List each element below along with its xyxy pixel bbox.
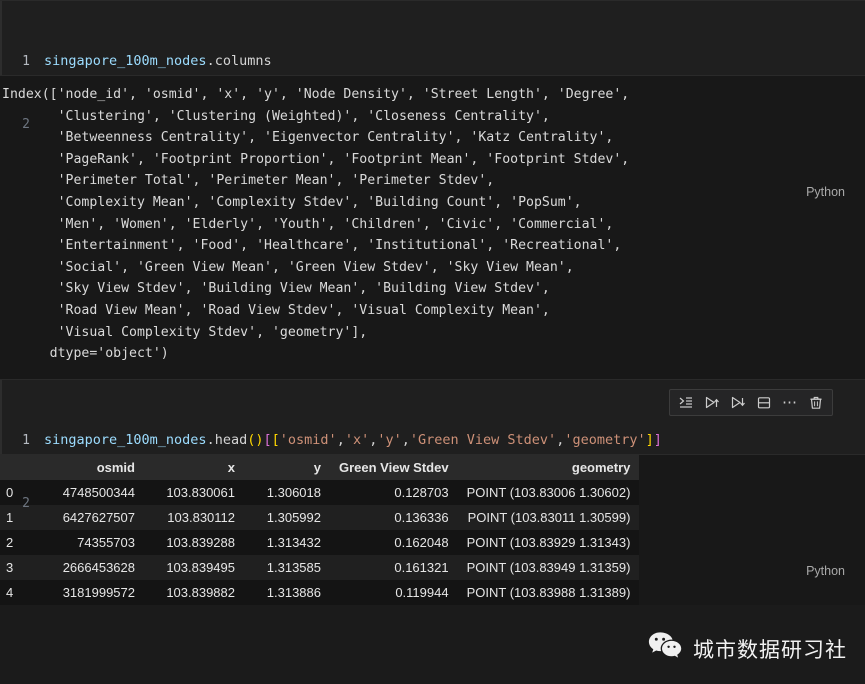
token-dot: . [206, 432, 215, 448]
line-number: 1 [22, 433, 30, 448]
token-comma: , [336, 432, 345, 448]
token-method: head [214, 432, 248, 448]
language-label[interactable]: Python [806, 564, 845, 578]
code-line: 1 singapore_100m_nodes.head()[['osmid','… [0, 430, 865, 451]
cell-toolbar[interactable]: ⋯ [669, 389, 833, 416]
watermark: 城市数据研习社 [648, 631, 847, 666]
token-string: 'geometry' [564, 432, 646, 448]
cell-focus-accent [0, 380, 2, 454]
line-number: 2 [22, 117, 30, 132]
execute-cell-icon[interactable] [673, 391, 699, 414]
more-actions-glyph: ⋯ [782, 393, 798, 411]
code-line: 2 [0, 493, 865, 514]
token-bracket-inner-close: ] [645, 432, 654, 448]
code-text: singapore_100m_nodes.columns [44, 51, 272, 72]
execute-above-cells-icon[interactable] [699, 391, 725, 414]
token-attribute: .columns [206, 53, 272, 69]
token-string: 'Green View Stdev' [409, 432, 557, 448]
code-line: 2 [0, 114, 865, 135]
cell-footer-2: Python [0, 562, 865, 584]
code-text: singapore_100m_nodes.head()[['osmid','x'… [44, 430, 662, 451]
cell-footer-1: Python [0, 183, 865, 205]
token-string: 'y' [377, 432, 402, 448]
token-string: 'x' [344, 432, 370, 448]
execute-cell-and-below-icon[interactable] [725, 391, 751, 414]
token-variable: singapore_100m_nodes [44, 53, 207, 69]
code-line: 1 singapore_100m_nodes.columns [0, 51, 865, 72]
more-actions-icon[interactable]: ⋯ [777, 391, 803, 414]
cell-focus-accent [0, 1, 2, 75]
wechat-icon [648, 631, 682, 666]
language-label[interactable]: Python [806, 185, 845, 199]
watermark-text: 城市数据研习社 [693, 637, 847, 662]
token-bracket-outer-close: ] [653, 432, 662, 448]
code-editor-1[interactable]: 1 singapore_100m_nodes.columns 2 [0, 1, 865, 183]
token-string: 'osmid' [279, 432, 337, 448]
token-variable: singapore_100m_nodes [44, 432, 207, 448]
delete-cell-icon[interactable] [803, 391, 829, 414]
line-number: 1 [22, 54, 30, 69]
code-cell-1[interactable]: 1 singapore_100m_nodes.columns 2 Python [0, 0, 865, 199]
split-cell-icon[interactable] [751, 391, 777, 414]
notebook-root: 1 singapore_100m_nodes.columns 2 Python … [0, 0, 865, 684]
token-paren-close: ) [255, 432, 264, 448]
line-number: 2 [22, 496, 30, 511]
token-comma: , [401, 432, 410, 448]
token-bracket-inner-open: [ [271, 432, 280, 448]
token-bracket-outer-open: [ [263, 432, 272, 448]
